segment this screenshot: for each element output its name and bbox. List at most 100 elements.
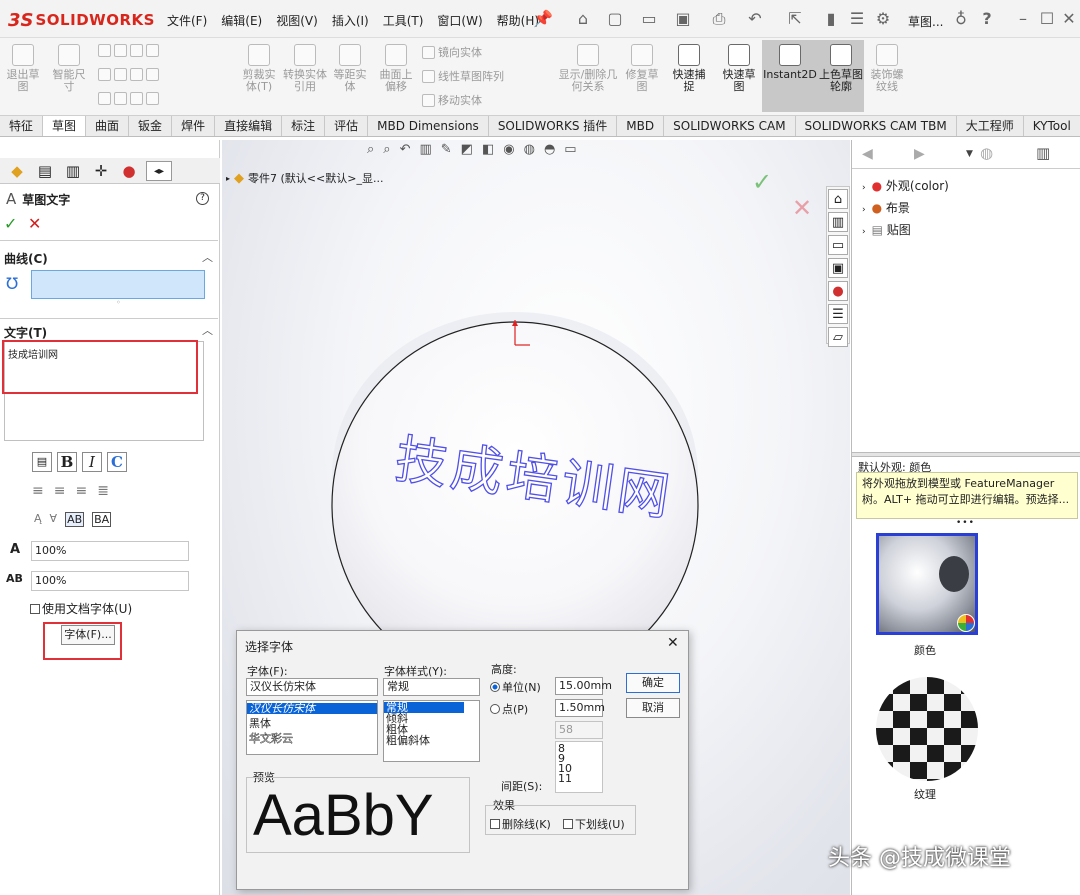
section-view-icon[interactable]: ▥	[419, 142, 431, 157]
configuration-manager-icon[interactable]: ▥	[62, 161, 84, 181]
dialog-close-button[interactable]: ✕	[667, 635, 679, 651]
tree-item-appearances[interactable]: › ● 外观(color)	[862, 176, 949, 198]
display-manager-icon[interactable]: ●	[118, 161, 140, 181]
slot-tool[interactable]	[98, 92, 159, 105]
tab-mbd-dimensions[interactable]: MBD Dimensions	[368, 116, 489, 136]
property-manager-icon[interactable]: ▤	[34, 161, 56, 181]
strikeout-checkbox[interactable]: 删除线(K)	[490, 816, 551, 832]
previous-view-icon[interactable]: ↶	[400, 142, 411, 157]
tab-sheet-metal[interactable]: 钣金	[129, 116, 173, 136]
home-icon[interactable]: ⌂	[572, 8, 594, 30]
select-icon[interactable]: ⇱	[784, 8, 806, 30]
justify-icon[interactable]: ≣	[97, 483, 109, 499]
cancel-x-icon[interactable]: ✕	[792, 194, 812, 222]
menu-insert[interactable]: 插入(I)	[325, 10, 376, 31]
text-section-title[interactable]: 文字(T)	[4, 324, 47, 341]
bold-button[interactable]: B	[57, 452, 77, 472]
collapse-chevron-icon[interactable]: ︿	[202, 322, 213, 338]
units-height-input[interactable]: 15.00mm	[555, 677, 612, 695]
design-library-icon[interactable]: ▥	[828, 212, 848, 232]
tab-evaluate[interactable]: 评估	[325, 116, 369, 136]
tree-item-scenes[interactable]: › ● 布景	[862, 198, 949, 220]
align-right-icon[interactable]: ≡	[75, 483, 87, 499]
instant2d-button[interactable]: Instant2D	[762, 40, 818, 112]
menu-tools[interactable]: 工具(T)	[376, 10, 431, 31]
smart-dimension-button[interactable]: 智能尺寸	[48, 44, 90, 93]
dynamic-annotation-icon[interactable]: ✎	[441, 142, 452, 157]
view-orientation-icon[interactable]: ◩	[461, 142, 473, 157]
italic-button[interactable]: I	[82, 452, 102, 472]
flip-vertical-down-icon[interactable]: ∀	[50, 512, 58, 527]
cancel-x-icon[interactable]: ✕	[28, 214, 41, 233]
use-document-font-checkbox[interactable]: 使用文档字体(U)	[30, 600, 132, 617]
offset-entities-button[interactable]: 等距实体	[330, 44, 370, 93]
texture-swatch[interactable]	[876, 677, 978, 781]
repair-sketch-button[interactable]: 修复草图	[622, 44, 662, 93]
undo-icon[interactable]: ↶	[744, 8, 766, 30]
cosmetic-thread-button[interactable]: 装饰螺纹线	[866, 44, 908, 93]
dropdown-arrow-icon[interactable]: ▼	[966, 149, 973, 159]
custom-properties-icon[interactable]: ☰	[828, 304, 848, 324]
font-list[interactable]: 汉仪长仿宋体 黑体 华文彩云	[246, 700, 378, 755]
tab-weldments[interactable]: 焊件	[172, 116, 216, 136]
trim-entities-button[interactable]: 剪裁实体(T)	[238, 44, 280, 93]
file-explorer-icon[interactable]: ▭	[828, 235, 848, 255]
spacing-input[interactable]: 100%	[31, 571, 189, 591]
style-list-item[interactable]: 粗偏斜体	[384, 735, 479, 746]
tab-engineer[interactable]: 大工程师	[957, 116, 1024, 136]
print-icon[interactable]: ⎙	[708, 8, 730, 30]
forum-icon[interactable]: ▱	[828, 327, 848, 347]
menu-view[interactable]: 视图(V)	[269, 10, 325, 31]
solidworks-resources-icon[interactable]: ⌂	[828, 189, 848, 209]
user-icon[interactable]: ♁	[950, 8, 972, 30]
add-folder-icon[interactable]: ▥	[1036, 144, 1050, 162]
align-left-icon[interactable]: ≡	[32, 483, 44, 499]
apply-scene-icon[interactable]: ◓	[544, 142, 555, 157]
units-radio[interactable]: 单位(N)	[490, 679, 541, 695]
menu-edit[interactable]: 编辑(E)	[214, 10, 269, 31]
offset-on-surface-button[interactable]: 曲面上偏移	[376, 44, 416, 93]
confirm-checkmark-icon[interactable]: ✓	[752, 168, 772, 196]
edit-appearance-icon[interactable]: ◍	[524, 142, 535, 157]
zoom-to-fit-icon[interactable]: ⌕	[367, 142, 374, 157]
exit-sketch-button[interactable]: 退出草图	[4, 44, 42, 93]
tab-markup[interactable]: 标注	[282, 116, 326, 136]
points-height-input[interactable]: 1.50mm	[555, 699, 605, 717]
save-icon[interactable]: ▣	[672, 8, 694, 30]
new-document-icon[interactable]: ▢	[604, 8, 626, 30]
document-label[interactable]: 草图...	[908, 13, 943, 30]
solidworks-logo[interactable]: 3S SOLIDWORKS	[8, 8, 155, 32]
display-relations-button[interactable]: 显示/删除几何关系	[558, 44, 618, 93]
shaded-contours-button[interactable]: 上色草图轮廓	[818, 40, 864, 112]
tab-features[interactable]: 特征	[0, 116, 44, 136]
appearances-scenes-icon[interactable]: ●	[828, 281, 848, 301]
rectangle-tool[interactable]	[98, 68, 159, 81]
tab-solidworks-addins[interactable]: SOLIDWORKS 插件	[489, 116, 618, 136]
open-folder-icon[interactable]: ▭	[638, 8, 660, 30]
view-palette-icon[interactable]: ▣	[828, 258, 848, 278]
font-style-list[interactable]: 常规 倾斜 粗体 粗偏斜体	[383, 700, 480, 762]
rotate-button[interactable]: C	[107, 452, 127, 472]
feature-manager-icon[interactable]: ◆	[6, 161, 28, 181]
close-button[interactable]: ✕	[1058, 8, 1080, 30]
underline-checkbox[interactable]: 下划线(U)	[563, 816, 625, 832]
forward-arrow-icon[interactable]: ▶	[914, 146, 925, 162]
curve-selection-box[interactable]	[31, 270, 205, 299]
resize-handle-icon[interactable]: ◦	[116, 298, 121, 307]
cancel-button[interactable]: 取消	[626, 698, 680, 718]
tab-direct-editing[interactable]: 直接编辑	[215, 116, 283, 136]
tab-scroll-arrows-icon[interactable]: ◂▸	[146, 160, 172, 181]
tab-solidworks-cam-tbm[interactable]: SOLIDWORKS CAM TBM	[796, 116, 957, 136]
tree-item-decals[interactable]: › ▤ 贴图	[862, 220, 949, 242]
linear-pattern-button[interactable]: 线性草图阵列	[422, 68, 504, 84]
line-tool[interactable]	[98, 44, 159, 57]
appearance-library-icon[interactable]: ◍	[980, 144, 993, 162]
size-list-item[interactable]: 11	[556, 773, 602, 784]
curves-section-title[interactable]: 曲线(C)	[4, 250, 48, 267]
flip-horizontal-icon[interactable]: AB	[65, 512, 85, 527]
font-list-item[interactable]: 黑体	[247, 718, 377, 729]
menu-window[interactable]: 窗口(W)	[430, 10, 489, 31]
flip-horizontal-back-icon[interactable]: BA	[92, 512, 112, 527]
mirror-entities-button[interactable]: 镜向实体	[422, 44, 482, 60]
pane-splitter[interactable]	[852, 452, 1080, 457]
